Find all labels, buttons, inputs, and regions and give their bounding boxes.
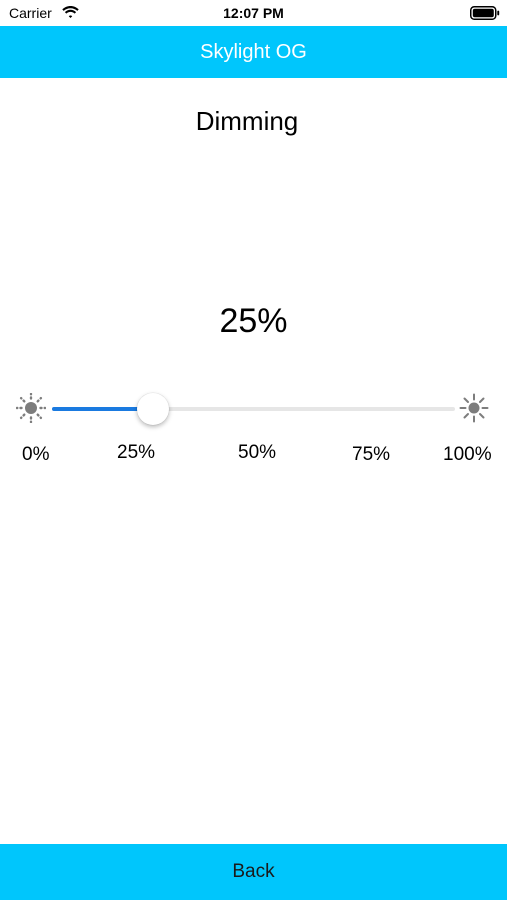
back-button[interactable]: Back xyxy=(0,844,507,900)
back-label: Back xyxy=(232,861,275,882)
dimming-title: Dimming xyxy=(195,106,299,136)
tick-label-25: 25% xyxy=(117,442,156,463)
tick-label-50: 50% xyxy=(238,442,277,463)
status-bar: Carrier 12:07 PM xyxy=(0,0,507,26)
nav-bar: Skylight OG xyxy=(0,26,507,78)
tick-label-100: 100% xyxy=(443,444,492,465)
dimming-value: 25% xyxy=(219,302,288,340)
dimming-slider[interactable] xyxy=(52,393,455,425)
brightness-low-icon[interactable] xyxy=(16,393,46,423)
battery-icon xyxy=(470,6,500,20)
tick-label-0: 0% xyxy=(22,444,50,465)
nav-title: Skylight OG xyxy=(200,41,307,63)
tick-label-75: 75% xyxy=(352,444,391,465)
status-time: 12:07 PM xyxy=(223,5,284,21)
brightness-high-icon[interactable] xyxy=(459,393,489,423)
slider-thumb[interactable] xyxy=(137,393,169,425)
